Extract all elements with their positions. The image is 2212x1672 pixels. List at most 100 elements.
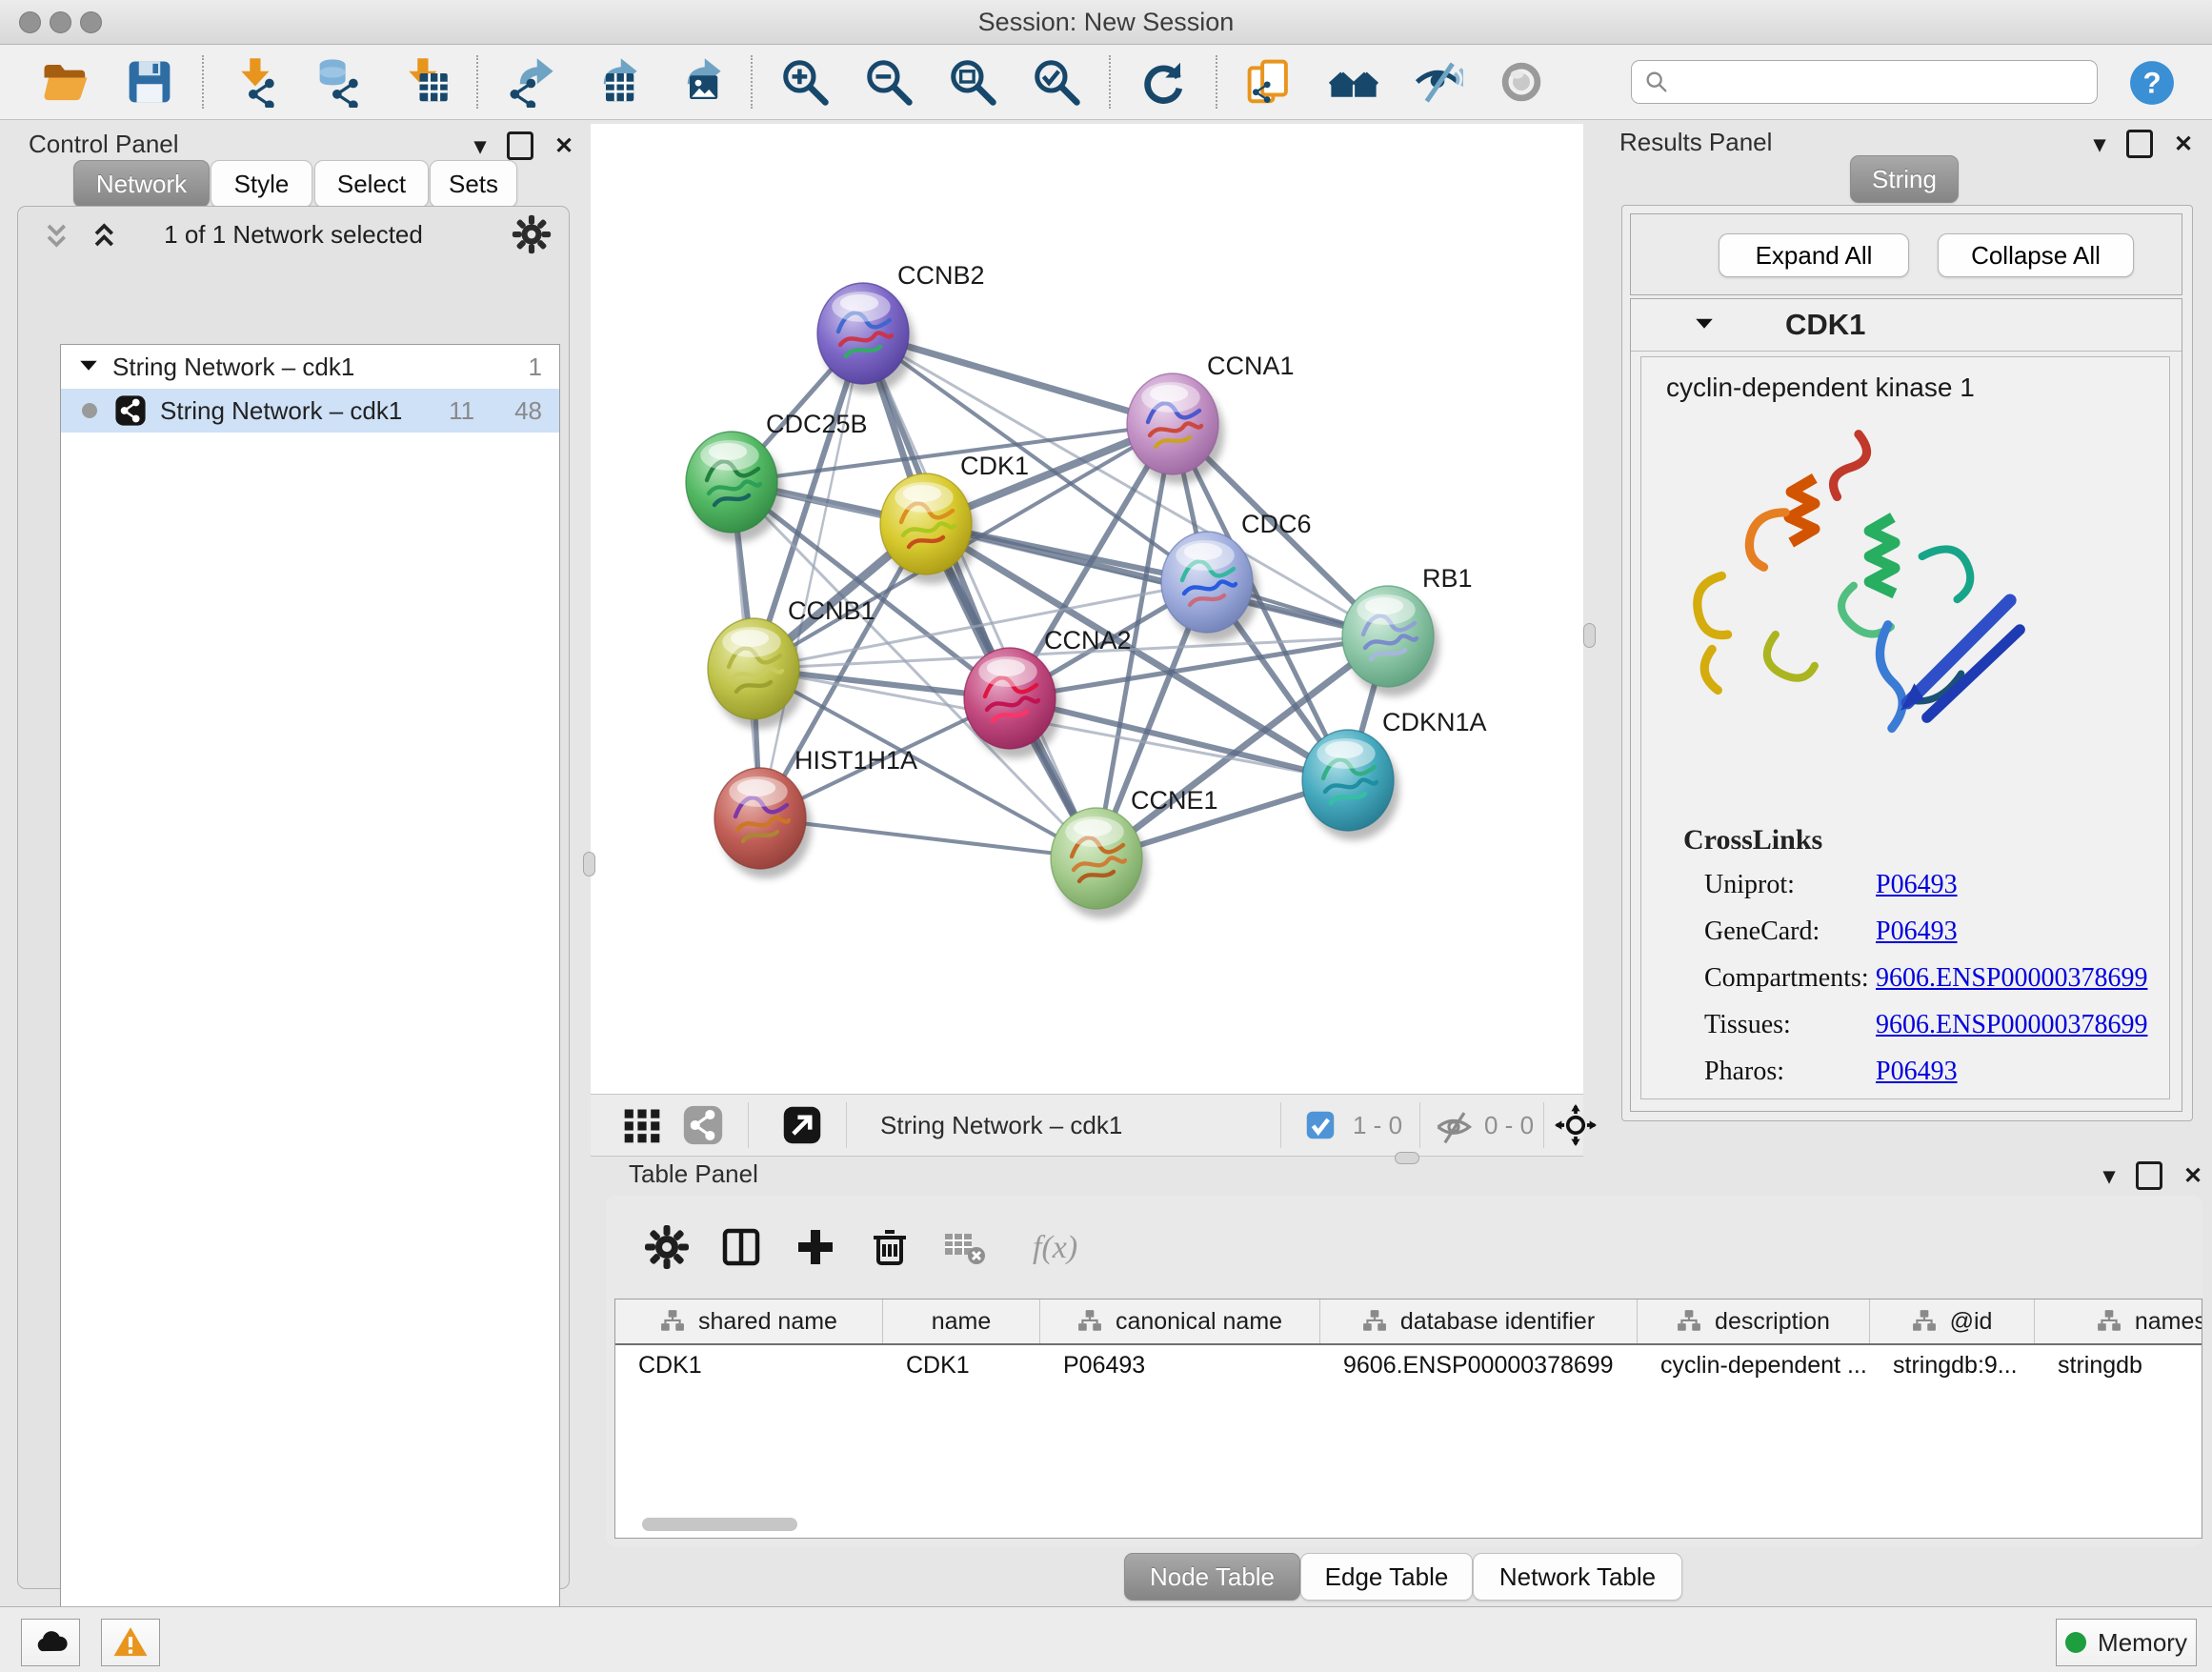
node-CDC25B[interactable]: CDC25B: [686, 410, 868, 542]
node-CCNA1[interactable]: CCNA1: [1127, 352, 1295, 484]
cell-shared-name[interactable]: CDK1: [615, 1352, 883, 1380]
hide-selected-icon[interactable]: [1412, 56, 1463, 108]
import-network-file-icon[interactable]: [231, 56, 282, 108]
string-view-icon[interactable]: [682, 1104, 724, 1146]
network-row-selected[interactable]: String Network – cdk1 11 48: [61, 389, 559, 433]
edge-CDK1-RB1[interactable]: [926, 524, 1388, 636]
left-splitter-handle[interactable]: [583, 852, 595, 876]
selected-checkbox-icon[interactable]: [1303, 1108, 1337, 1142]
edge-CCNB2-CCNE1[interactable]: [863, 333, 1096, 858]
crosslink-link[interactable]: 9606.ENSP00000378699: [1876, 963, 2147, 994]
node-CCNB2[interactable]: CCNB2: [817, 261, 985, 393]
table-row[interactable]: CDK1CDK1P064939606.ENSP00000378699cyclin…: [615, 1345, 2202, 1385]
tab-style[interactable]: Style: [211, 160, 312, 208]
save-session-icon[interactable]: [124, 56, 175, 108]
crosslink-link[interactable]: P06493: [1876, 917, 1958, 947]
new-network-from-selection-icon[interactable]: [1244, 56, 1296, 108]
column-header-canonical-name[interactable]: canonical name: [1040, 1299, 1320, 1343]
column-header-name[interactable]: name: [883, 1299, 1040, 1343]
close-window-icon[interactable]: [19, 11, 41, 33]
tab-select[interactable]: Select: [314, 160, 429, 208]
node-RB1[interactable]: RB1: [1342, 564, 1473, 696]
expand-all-button[interactable]: Expand All: [1719, 233, 1909, 277]
results-panel-close-icon[interactable]: ✕: [2174, 131, 2193, 158]
crosslink-link[interactable]: P06493: [1876, 1057, 1958, 1087]
table-panel-float-icon[interactable]: [2136, 1161, 2162, 1190]
zoom-fit-icon[interactable]: [947, 56, 998, 108]
import-network-database-icon[interactable]: [314, 56, 366, 108]
network-canvas[interactable]: CCNB2CCNA1CDC25BCDK1CDC6RB1CCNB1CCNA2CDK…: [591, 124, 1583, 1094]
cell-namespace[interactable]: stringdb: [2035, 1352, 2202, 1380]
import-table-icon[interactable]: [398, 56, 450, 108]
column-header--id[interactable]: @id: [1870, 1299, 2035, 1343]
open-session-icon[interactable]: [40, 56, 91, 108]
warning-button[interactable]: [101, 1619, 160, 1666]
table-panel-menu-icon[interactable]: ▾: [2103, 1162, 2115, 1190]
show-lens-icon[interactable]: [1496, 56, 1547, 108]
node-CCNE1[interactable]: CCNE1: [1051, 786, 1218, 918]
birdseye-crosshair-icon[interactable]: [1555, 1104, 1597, 1146]
tab-network-table[interactable]: Network Table: [1473, 1553, 1682, 1601]
table-delete-row-icon[interactable]: [867, 1224, 913, 1270]
crosslink-link[interactable]: 9606.ENSP00000378699: [1876, 1010, 2147, 1040]
cell-database-identifier[interactable]: 9606.ENSP00000378699: [1320, 1352, 1638, 1380]
node-CDC6[interactable]: CDC6: [1161, 510, 1312, 642]
node-HIST1H1A[interactable]: HIST1H1A: [714, 746, 917, 878]
refresh-icon[interactable]: [1137, 56, 1189, 108]
control-panel-float-icon[interactable]: [507, 131, 533, 160]
network-collection-row[interactable]: String Network – cdk1 1: [61, 345, 559, 389]
hidden-eye-slash-icon[interactable]: [1433, 1104, 1475, 1146]
tab-edge-table[interactable]: Edge Table: [1300, 1553, 1473, 1601]
collapse-triangle-icon[interactable]: [74, 353, 103, 381]
tab-string[interactable]: String: [1850, 155, 1959, 203]
network-options-gear-icon[interactable]: [512, 214, 552, 259]
crosslink-link[interactable]: P06493: [1876, 870, 1958, 900]
memory-button[interactable]: Memory: [2056, 1619, 2197, 1666]
results-panel-float-icon[interactable]: [2126, 130, 2153, 158]
zoom-out-icon[interactable]: [863, 56, 915, 108]
zoom-in-icon[interactable]: [779, 56, 831, 108]
table-add-icon[interactable]: [793, 1224, 838, 1270]
open-in-new-window-icon[interactable]: [781, 1104, 823, 1146]
column-header-description[interactable]: description: [1638, 1299, 1870, 1343]
collapse-all-button[interactable]: Collapse All: [1938, 233, 2134, 277]
minimize-window-icon[interactable]: [50, 11, 71, 33]
cell-name[interactable]: CDK1: [883, 1352, 1040, 1380]
bottom-splitter-handle[interactable]: [1395, 1152, 1419, 1164]
results-panel-menu-icon[interactable]: ▾: [2094, 131, 2105, 158]
grid-view-icon[interactable]: [621, 1104, 663, 1146]
column-header-shared-name[interactable]: shared name: [615, 1299, 883, 1343]
export-image-icon[interactable]: [673, 56, 724, 108]
export-table-icon[interactable]: [589, 56, 640, 108]
node-CDKN1A[interactable]: CDKN1A: [1302, 708, 1487, 840]
right-splitter-handle[interactable]: [1583, 623, 1596, 648]
control-panel-close-icon[interactable]: ✕: [554, 132, 573, 160]
horizontal-scrollbar[interactable]: [642, 1518, 797, 1531]
cell-description[interactable]: cyclin-dependent ...: [1638, 1352, 1870, 1380]
tab-network[interactable]: Network: [73, 160, 210, 208]
edge-count: 48: [514, 396, 542, 426]
maximize-window-icon[interactable]: [80, 11, 102, 33]
control-panel-menu-icon[interactable]: ▾: [474, 132, 486, 160]
node-CDK1[interactable]: CDK1: [880, 452, 1029, 584]
table-panel-close-icon[interactable]: ✕: [2183, 1162, 2202, 1190]
table-gear-icon[interactable]: [644, 1224, 690, 1270]
search-box[interactable]: [1631, 60, 2098, 104]
cloud-button[interactable]: [21, 1619, 80, 1666]
cell--id[interactable]: stringdb:9...: [1870, 1352, 2035, 1380]
column-header-database-identifier[interactable]: database identifier: [1320, 1299, 1638, 1343]
export-network-icon[interactable]: [505, 56, 556, 108]
search-input[interactable]: [1670, 68, 2074, 96]
table-columns-icon[interactable]: [718, 1224, 764, 1270]
zoom-selected-icon[interactable]: [1031, 56, 1082, 108]
cell-canonical-name[interactable]: P06493: [1040, 1352, 1320, 1380]
help-button[interactable]: ?: [2128, 59, 2176, 107]
table-function-icon[interactable]: f(x): [1016, 1224, 1088, 1270]
section-collapse-icon[interactable]: [1690, 311, 1719, 339]
window-title: Session: New Session: [0, 0, 2212, 44]
table-delete-column-icon[interactable]: [941, 1224, 987, 1270]
tab-node-table[interactable]: Node Table: [1124, 1553, 1300, 1601]
column-header-namespace[interactable]: namespace: [2035, 1299, 2202, 1343]
first-neighbors-icon[interactable]: [1328, 56, 1379, 108]
tab-sets[interactable]: Sets: [430, 160, 517, 208]
